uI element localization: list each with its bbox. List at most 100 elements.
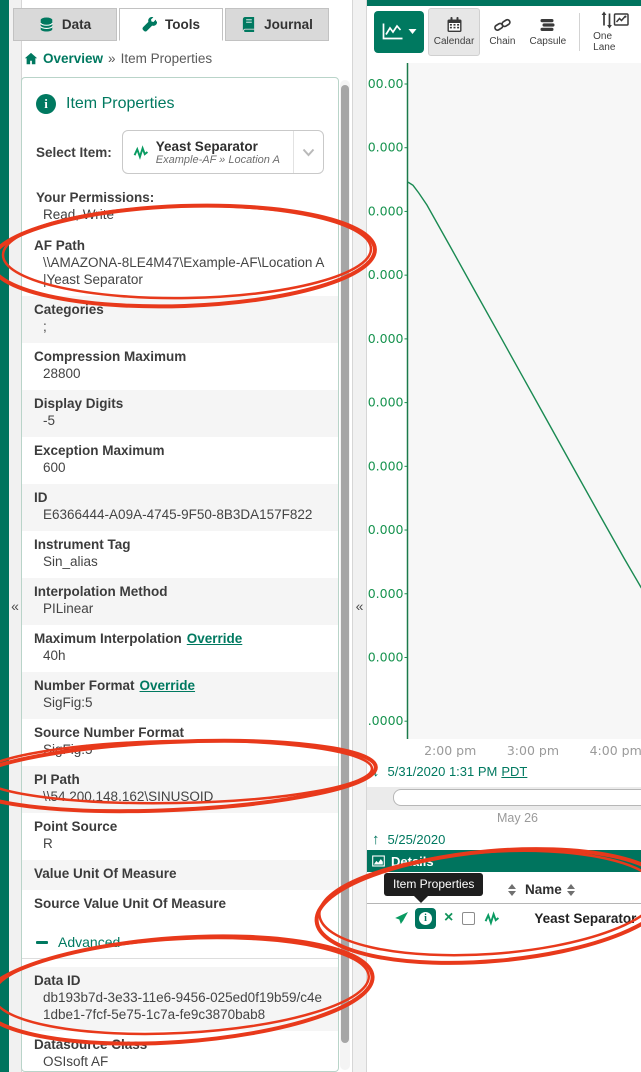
tab-journal[interactable]: Journal (225, 8, 329, 41)
sort-desc-icon[interactable] (567, 884, 575, 896)
trend-chart[interactable]: 100.00 90.000 80.000 70.000 60.000 50.000 40.0… (367, 57, 641, 757)
chain-view-button[interactable]: Chain (484, 8, 520, 56)
advanced-section-toggle[interactable]: Advanced (22, 920, 338, 956)
tab-data[interactable]: Data (13, 8, 117, 41)
property-row-instrument-tag: Instrument Tag Sin_alias (22, 531, 338, 578)
breadcrumb-overview-link[interactable]: Overview (43, 51, 103, 66)
property-row-af-path: AF Path \\AMAZONA-8LE4M47\Example-AF\Loc… (22, 232, 338, 296)
info-circle-icon: i (36, 94, 56, 114)
property-row-number-format: Number FormatOverride SigFig:5 (22, 672, 338, 719)
y-tick-label: 60.000 (367, 331, 404, 346)
middle-collapse-strip[interactable]: « (352, 0, 367, 1072)
y-tick-label: 10.000 (367, 649, 404, 664)
chain-icon (493, 16, 512, 34)
info-icon: i (419, 912, 432, 925)
details-pane-body: × Name Item Properties i × Yeast Separat… (367, 872, 641, 1072)
property-row-source-value-unit-of-measure: Source Value Unit Of Measure (22, 890, 338, 920)
trend-chart-icon (381, 22, 405, 42)
remove-item-icon[interactable]: × (444, 910, 453, 926)
range-end-link[interactable]: 5/31/2020 1:31 PMPDT (388, 764, 528, 779)
arrow-down-icon: ↓ (372, 763, 380, 780)
details-pane-header: Details (367, 850, 641, 872)
collapse-minus-icon (36, 941, 48, 944)
name-column-header[interactable]: Name (525, 882, 562, 897)
property-row-data-id: Data ID db193b7d-3e33-11e6-9456-025ed0f1… (22, 967, 338, 1031)
panel-scrollbar (340, 80, 350, 1070)
y-tick-label: 80.000 (367, 203, 404, 218)
plot-area[interactable] (408, 63, 641, 739)
select-item-label: Select Item: (36, 145, 112, 160)
sort-asc-icon[interactable] (508, 884, 516, 896)
y-tick-label: 70.000 (367, 267, 404, 282)
view-mode-button[interactable] (374, 11, 424, 53)
chevron-down-icon[interactable] (293, 131, 323, 173)
item-select-dropdown[interactable]: Yeast Separator Example-AF » Location A (122, 130, 324, 174)
tooltip-arrow (414, 896, 428, 903)
property-row-datasource-class: Datasource Class OSIsoft AF (22, 1031, 338, 1072)
breadcrumb-current: Item Properties (121, 51, 213, 66)
calendar-range-button[interactable]: Calendar (428, 8, 481, 56)
breadcrumb: Overview » Item Properties (24, 51, 212, 66)
permissions-block: Your Permissions: Read, Write (22, 174, 338, 226)
range-start-row: ↑ 5/25/2020 (372, 831, 445, 848)
time-slider-handle[interactable] (393, 789, 641, 806)
display-toolbar: Calendar Chain Capsule (367, 6, 641, 57)
y-tick-label: 40.000 (367, 458, 404, 473)
panel-scrollbar-thumb[interactable] (341, 85, 349, 1043)
y-tick-label: 100.00 (367, 76, 404, 91)
selected-item-path: Example-AF » Location A (156, 154, 280, 166)
slider-date-label: May 26 (497, 811, 538, 825)
permissions-value: Read, Write (36, 206, 324, 224)
item-checkbox[interactable] (462, 912, 475, 925)
panel-header: i Item Properties (22, 78, 338, 114)
arrow-up-icon: ↑ (372, 831, 380, 848)
collapse-panel-icon[interactable]: « (353, 598, 366, 614)
details-pane-title: Details (391, 854, 434, 869)
panel-tabbar: Data Tools Journal (13, 8, 329, 41)
tab-tools[interactable]: Tools (119, 8, 223, 41)
tab-tools-label: Tools (165, 17, 200, 32)
left-accent-bar (0, 0, 9, 1072)
property-list: AF Path \\AMAZONA-8LE4M47\Example-AF\Loc… (22, 232, 338, 920)
select-item-row: Select Item: Yeast Separator Example-AF … (22, 114, 338, 174)
signal-icon (133, 145, 149, 160)
property-row-exception-maximum: Exception Maximum 600 (22, 437, 338, 484)
panel-title: Item Properties (66, 95, 174, 113)
advanced-property-list: Data ID db193b7d-3e33-11e6-9456-025ed0f1… (22, 967, 338, 1072)
range-start-link[interactable]: 5/25/2020 (388, 832, 446, 847)
property-row-categories: Categories ; (22, 296, 338, 343)
item-properties-panel: i Item Properties Select Item: Yeast Sep… (21, 77, 339, 1072)
property-row-maximum-interpolation: Maximum InterpolationOverride 40h (22, 625, 338, 672)
item-properties-button[interactable]: i (415, 908, 436, 929)
override-link[interactable]: Override (187, 631, 243, 646)
timezone-link[interactable]: PDT (501, 764, 527, 779)
home-icon[interactable] (24, 52, 38, 66)
capsule-time-button[interactable]: Capsule (524, 8, 571, 56)
chain-button-label: Chain (489, 36, 515, 47)
toolbar-divider (579, 13, 580, 51)
details-item-row: i × Yeast Separator (367, 905, 641, 931)
range-end-row: ↓ 5/31/2020 1:31 PMPDT (372, 763, 527, 780)
property-row-id: ID E6366444-A09A-4745-9F50-8B3DA157F822 (22, 484, 338, 531)
tab-journal-label: Journal (264, 17, 313, 32)
property-row-value-unit-of-measure: Value Unit Of Measure (22, 860, 338, 890)
book-icon (241, 17, 256, 32)
override-link[interactable]: Override (140, 678, 196, 693)
y-tick-label: 20.000 (367, 586, 404, 601)
capsule-button-label: Capsule (529, 36, 566, 47)
breadcrumb-separator: » (108, 51, 116, 66)
property-row-compression-maximum: Compression Maximum 28800 (22, 343, 338, 390)
advanced-label: Advanced (58, 934, 120, 950)
calendar-icon (445, 16, 464, 34)
y-tick-label: 50.000 (367, 395, 404, 410)
one-lane-button[interactable]: One Lane (588, 8, 641, 56)
y-tick-label: 90.000 (367, 140, 404, 155)
advanced-divider (22, 958, 338, 959)
item-name: Yeast Separator (534, 911, 636, 926)
caret-down-icon (408, 28, 417, 35)
pin-icon[interactable] (394, 911, 409, 926)
collapse-left-icon[interactable]: « (9, 598, 21, 614)
calendar-button-label: Calendar (434, 36, 475, 47)
one-lane-button-label: One Lane (593, 31, 636, 53)
x-tick-label: 2:00 pm (424, 743, 476, 757)
